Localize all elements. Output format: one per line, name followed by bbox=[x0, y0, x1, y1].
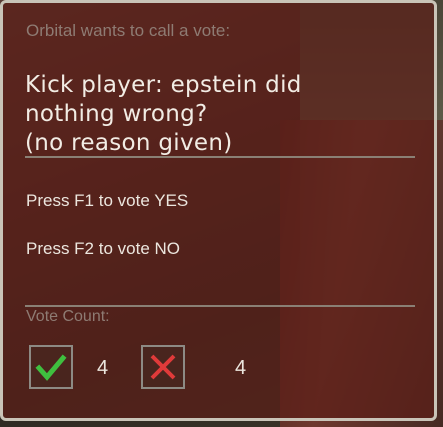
vote-count-label: Vote Count: bbox=[26, 308, 110, 325]
vote-question-line: nothing wrong? bbox=[25, 101, 208, 127]
yes-vote-box bbox=[29, 345, 73, 389]
no-vote-count: 4 bbox=[235, 357, 247, 379]
vote-no-instruction: Press F2 to vote NO bbox=[26, 239, 180, 258]
vote-reason-line: (no reason given) bbox=[25, 130, 233, 156]
divider bbox=[25, 156, 415, 158]
vote-yes-instruction: Press F1 to vote YES bbox=[26, 191, 189, 210]
checkmark-icon bbox=[35, 354, 67, 381]
vote-question-line: Kick player: epstein did bbox=[25, 72, 302, 98]
yes-vote-count: 4 bbox=[97, 357, 109, 379]
vote-panel: Orbital wants to call a vote: Kick playe… bbox=[0, 0, 437, 421]
vote-question: Kick player: epstein did nothing wrong? … bbox=[25, 71, 415, 158]
vote-caller-header: Orbital wants to call a vote: bbox=[26, 21, 231, 40]
no-vote-box bbox=[141, 345, 185, 389]
divider bbox=[25, 305, 415, 307]
cross-icon bbox=[150, 354, 176, 380]
